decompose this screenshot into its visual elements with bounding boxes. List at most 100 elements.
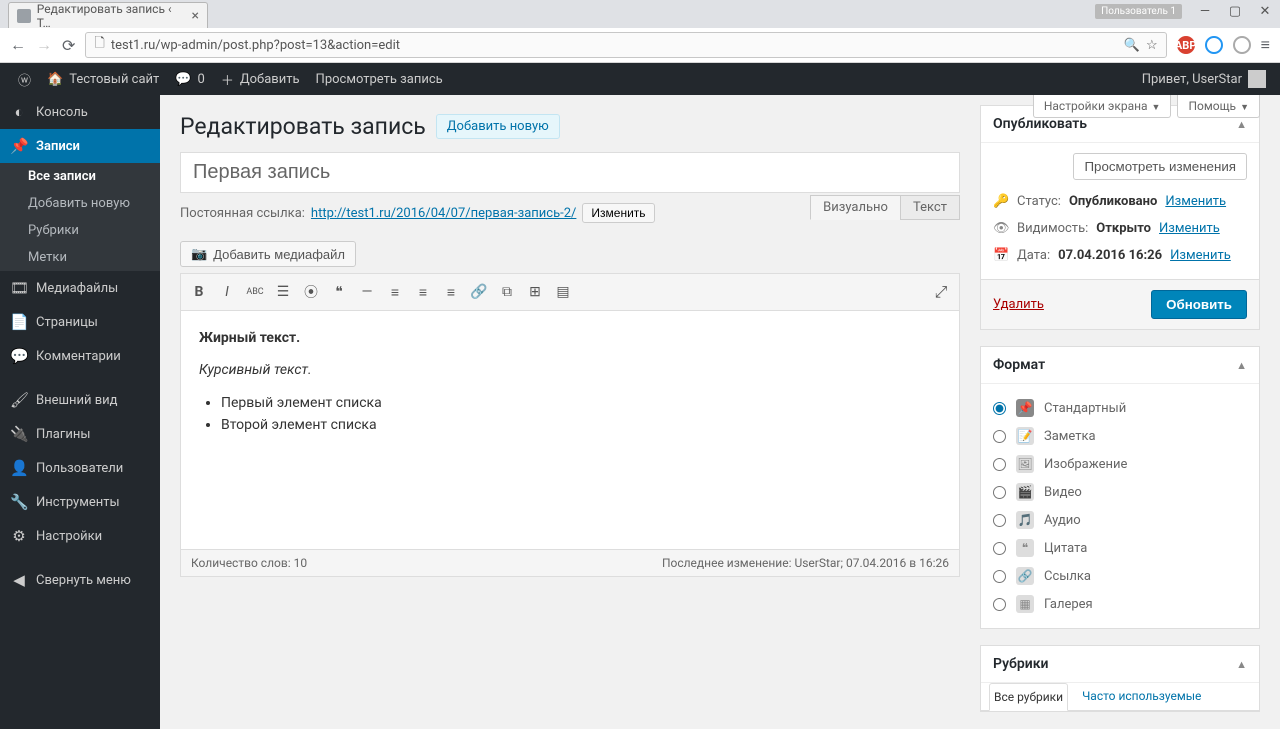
format-radio[interactable] [993, 542, 1006, 555]
menu-comments[interactable]: 💬Комментарии [0, 339, 160, 373]
chevron-up-icon[interactable]: ▲ [1236, 118, 1247, 131]
format-radio[interactable] [993, 458, 1006, 471]
align-right-button[interactable]: ≡ [439, 280, 463, 304]
bold-button[interactable]: B [187, 280, 211, 304]
list-item: Второй элемент списка [221, 414, 941, 436]
extension-icon[interactable] [1205, 36, 1223, 54]
format-label: Аудио [1044, 513, 1081, 528]
kitchen-sink-button[interactable]: ▤ [551, 280, 575, 304]
editor-content[interactable]: Жирный текст. Курсивный текст. Первый эл… [180, 310, 960, 550]
fullscreen-button[interactable]: ⤢ [929, 280, 953, 304]
format-radio[interactable] [993, 514, 1006, 527]
back-icon[interactable]: ← [10, 35, 26, 55]
format-option[interactable]: 🖼Изображение [993, 450, 1247, 478]
menu-settings[interactable]: ⚙Настройки [0, 519, 160, 553]
extension-icon-2[interactable] [1233, 36, 1251, 54]
view-post-link[interactable]: Просмотреть запись [308, 63, 451, 95]
categories-box-header[interactable]: Рубрики ▲ [981, 646, 1259, 683]
minimize-icon[interactable]: ― [1198, 4, 1212, 19]
post-title-input[interactable] [181, 153, 959, 192]
comments-link[interactable]: 💬 0 [167, 63, 213, 95]
number-list-button[interactable]: ⦿ [299, 280, 323, 304]
menu-appearance[interactable]: 🖌Внешний вид [0, 383, 160, 417]
format-box-header[interactable]: Формат ▲ [981, 347, 1259, 384]
delete-link[interactable]: Удалить [993, 297, 1044, 312]
submenu-categories[interactable]: Рубрики [0, 217, 160, 244]
add-new-link[interactable]: ＋ Добавить [213, 63, 308, 95]
format-option[interactable]: 🎬Видео [993, 478, 1247, 506]
link-button[interactable]: 🔗 [467, 280, 491, 304]
help-button[interactable]: Помощь▼ [1177, 95, 1260, 118]
format-box: Формат ▲ 📌Стандартный📝Заметка🖼Изображени… [980, 346, 1260, 629]
strike-button[interactable]: ABC [243, 280, 267, 304]
users-icon: 👤 [10, 459, 28, 477]
format-option[interactable]: 📌Стандартный [993, 394, 1247, 422]
format-radio[interactable] [993, 598, 1006, 611]
menu-plugins[interactable]: 🔌Плагины [0, 417, 160, 451]
bullet-list-button[interactable]: ☰ [271, 280, 295, 304]
tab-used-categories[interactable]: Часто используемые [1078, 683, 1205, 710]
format-radio[interactable] [993, 402, 1006, 415]
unlink-button[interactable]: ⧉ [495, 280, 519, 304]
screen-options-button[interactable]: Настройки экрана▼ [1033, 95, 1172, 118]
format-radio[interactable] [993, 486, 1006, 499]
menu-tools[interactable]: 🔧Инструменты [0, 485, 160, 519]
browser-tab[interactable]: Редактировать запись ‹ Т… × [8, 2, 208, 28]
permalink-label: Постоянная ссылка: [180, 206, 305, 221]
maximize-icon[interactable]: ▢ [1228, 4, 1242, 19]
collapse-icon: ◀ [10, 571, 28, 589]
format-option[interactable]: 📝Заметка [993, 422, 1247, 450]
add-media-button[interactable]: 📷 Добавить медиафайл [180, 241, 356, 267]
italic-button[interactable]: I [215, 280, 239, 304]
menu-dashboard[interactable]: ◐Консоль [0, 95, 160, 129]
site-name-link[interactable]: 🏠 Тестовый сайт [39, 63, 167, 95]
profile-badge[interactable]: Пользователь 1 [1095, 4, 1182, 19]
submenu-all-posts[interactable]: Все записи [0, 163, 160, 190]
permalink-url[interactable]: http://test1.ru/2016/04/07/первая-запись… [311, 206, 576, 221]
browser-menu-icon[interactable]: ≡ [1261, 35, 1270, 55]
update-button[interactable]: Обновить [1151, 290, 1247, 319]
preview-changes-button[interactable]: Просмотреть изменения [1073, 153, 1247, 180]
add-new-button[interactable]: Добавить новую [436, 114, 560, 139]
account-menu[interactable]: Привет, UserStar [1142, 70, 1270, 88]
format-option[interactable]: ▦Галерея [993, 590, 1247, 618]
reload-icon[interactable]: ⟳ [62, 36, 75, 55]
more-button[interactable]: ⊞ [523, 280, 547, 304]
submenu-add-post[interactable]: Добавить новую [0, 190, 160, 217]
chevron-up-icon[interactable]: ▲ [1236, 658, 1247, 671]
menu-pages[interactable]: 📄Страницы [0, 305, 160, 339]
chevron-up-icon[interactable]: ▲ [1236, 359, 1247, 372]
menu-media[interactable]: 🎞Медиафайлы [0, 271, 160, 305]
edit-date-link[interactable]: Изменить [1170, 248, 1231, 263]
close-window-icon[interactable]: ✕ [1258, 4, 1272, 19]
format-option[interactable]: 🎵Аудио [993, 506, 1247, 534]
edit-status-link[interactable]: Изменить [1165, 194, 1226, 209]
format-label: Галерея [1044, 597, 1093, 612]
format-option[interactable]: ❝Цитата [993, 534, 1247, 562]
format-option[interactable]: 🔗Ссылка [993, 562, 1247, 590]
edit-permalink-button[interactable]: Изменить [582, 203, 654, 223]
tab-all-categories[interactable]: Все рубрики [989, 683, 1068, 711]
tab-text[interactable]: Текст [900, 195, 960, 220]
wp-logo-icon[interactable]: ⓦ [10, 63, 39, 95]
submenu-tags[interactable]: Метки [0, 244, 160, 271]
tab-visual[interactable]: Визуально [810, 195, 901, 220]
forward-icon[interactable]: → [36, 35, 52, 55]
menu-posts[interactable]: 📌Записи [0, 129, 160, 163]
menu-users[interactable]: 👤Пользователи [0, 451, 160, 485]
quote-button[interactable]: ❝ [327, 280, 351, 304]
format-radio[interactable] [993, 430, 1006, 443]
address-bar[interactable]: 🗋 test1.ru/wp-admin/post.php?post=13&act… [85, 32, 1166, 58]
zoom-icon[interactable]: 🔍 [1124, 38, 1140, 53]
align-center-button[interactable]: ≡ [411, 280, 435, 304]
close-icon[interactable]: × [192, 8, 199, 24]
menu-collapse[interactable]: ◀Свернуть меню [0, 563, 160, 597]
abp-extension-icon[interactable]: ABP [1177, 36, 1195, 54]
list-item: Первый элемент списка [221, 392, 941, 414]
bold-text: Жирный текст. [199, 330, 300, 346]
edit-visibility-link[interactable]: Изменить [1159, 221, 1220, 236]
bookmark-icon[interactable]: ☆ [1146, 38, 1158, 53]
align-left-button[interactable]: ≡ [383, 280, 407, 304]
format-radio[interactable] [993, 570, 1006, 583]
hr-button[interactable]: ― [355, 280, 379, 304]
